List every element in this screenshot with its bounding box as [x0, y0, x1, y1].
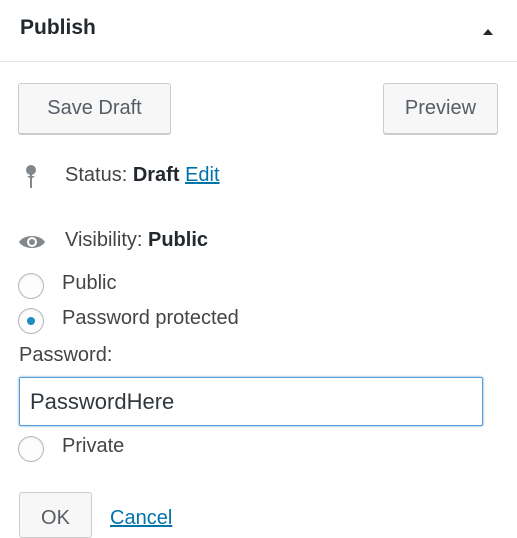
radio-private-label[interactable]: Private [62, 435, 124, 458]
eye-icon [17, 229, 47, 261]
radio-public-label[interactable]: Public [62, 272, 116, 295]
visibility-value: Public [148, 229, 209, 251]
radio-public[interactable]: Public [18, 272, 418, 302]
panel-title: Publish [20, 16, 96, 39]
radio-private-control[interactable] [18, 436, 44, 462]
pin-icon [24, 164, 38, 196]
panel-header[interactable]: Publish [0, 0, 517, 62]
save-draft-button[interactable]: Save Draft [18, 83, 171, 134]
password-input[interactable] [19, 377, 483, 426]
radio-password-protected-control[interactable] [18, 308, 44, 334]
cancel-link[interactable]: Cancel [110, 507, 172, 530]
preview-button[interactable]: Preview [383, 83, 498, 134]
publish-panel: Publish Save Draft Preview Status: Draft… [0, 0, 517, 538]
radio-password-protected-label[interactable]: Password protected [62, 307, 239, 330]
visibility-label: Visibility: [65, 229, 143, 251]
ok-button[interactable]: OK [19, 492, 92, 538]
status-row: Status: Draft Edit [24, 164, 424, 194]
password-label: Password: [19, 344, 113, 366]
status-value: Draft [132, 164, 180, 186]
radio-password-protected[interactable]: Password protected [18, 307, 418, 337]
status-edit-link[interactable]: Edit [185, 164, 219, 186]
radio-public-control[interactable] [18, 273, 44, 299]
visibility-row: Visibility: Public [17, 229, 417, 259]
radio-private[interactable]: Private [18, 435, 418, 465]
status-label: Status: [65, 164, 128, 186]
arrow-up-icon[interactable] [478, 22, 498, 42]
